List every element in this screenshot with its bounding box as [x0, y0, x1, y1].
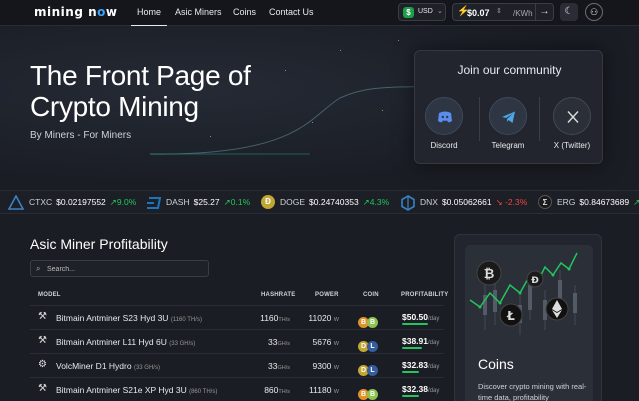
x-twitter-button[interactable]: [553, 97, 591, 135]
power-value: 11020 W: [308, 313, 339, 323]
power-value: 9300 W: [312, 361, 340, 371]
nav-coins[interactable]: Coins: [233, 7, 256, 17]
profit-value: $32.38/day: [402, 384, 440, 394]
ticker-item-dnx[interactable]: DNX $0.05062661 ↘ -2.3%: [420, 197, 527, 208]
power-value: 11180 W: [309, 385, 339, 395]
dnx-icon: [401, 195, 415, 211]
coin-icons: DL: [358, 335, 378, 353]
price-ticker: CTXC $0.02197552 ↗9.0% DASH $25.27 ↗0.1% Ð D…: [0, 190, 639, 214]
coins-card[interactable]: ₿ Ð Ł: [454, 234, 602, 401]
miner-model[interactable]: Bitmain Antminer L11 Hyd 6U (33 GH/s): [56, 337, 195, 347]
table-row[interactable]: ⚒ Bitmain Antminer S23 Hyd 3U (1160 TH/s…: [30, 305, 444, 329]
hashrate-value: 33GH/s: [268, 361, 290, 371]
hero-title: The Front Page of Crypto Mining: [30, 60, 251, 122]
telegram-icon: [502, 111, 515, 123]
ticker-item-ctxc[interactable]: CTXC $0.02197552 ↗9.0%: [29, 197, 136, 208]
discord-label: Discord: [430, 141, 458, 150]
power-value: 5676 W: [312, 337, 340, 347]
table-row[interactable]: ⚙ VolcMiner D1 Hydro (33 GH/s) 33GH/s 93…: [30, 353, 444, 377]
currency-select[interactable]: $ USD ⌄: [398, 3, 446, 21]
electricity-unit: /KWh: [513, 9, 533, 18]
hashrate-value: 860TH/s: [264, 385, 290, 395]
theme-toggle-button[interactable]: ☾: [560, 3, 578, 21]
profitability-title: Asic Miner Profitability: [30, 236, 168, 252]
doge-icon: Ð: [261, 195, 275, 209]
currency-label: USD: [418, 8, 433, 15]
nav-home[interactable]: Home: [130, 7, 168, 27]
miner-model[interactable]: Bitmain Antminer S21e XP Hyd 3U (860 TH/…: [56, 385, 217, 395]
apply-price-button[interactable]: →: [535, 4, 553, 20]
x-icon: [567, 111, 579, 123]
top-navbar: mining now Home Asic Miners Coins Contac…: [0, 0, 639, 27]
hero-subtitle: By Miners - For Miners: [30, 130, 132, 141]
logo[interactable]: mining now: [34, 5, 117, 19]
profit-value: $32.83/day: [402, 360, 440, 370]
nav-contact-us[interactable]: Contact Us: [269, 7, 314, 17]
profit-value: $38.91/day: [402, 336, 440, 346]
logo-gear: o: [97, 5, 106, 19]
coins-card-description: Discover crypto mining with real-time da…: [478, 382, 587, 401]
miner-icon: ⚒: [38, 335, 47, 346]
hashrate-value: 33GH/s: [268, 337, 290, 347]
header-coin[interactable]: COIN: [363, 292, 379, 298]
header-profitability[interactable]: PROFITABILITY: [401, 292, 449, 298]
coins-chart-illustration: ₿ Ð Ł: [469, 252, 578, 335]
profit-bar: [402, 371, 419, 373]
ticker-item-erg[interactable]: ERG$0.84673689↗: [557, 197, 639, 208]
miner-icon: ⚒: [38, 311, 47, 322]
dollar-icon: $: [403, 7, 414, 18]
profit-value: $50.50/day: [402, 312, 440, 322]
discord-button[interactable]: [425, 97, 463, 135]
coin-icons: DL: [358, 359, 378, 377]
bitcoin-cash-icon: B: [367, 317, 378, 328]
bitcoin-cash-icon: B: [367, 389, 378, 400]
header-model[interactable]: MODEL: [38, 292, 61, 298]
litecoin-icon: L: [367, 365, 378, 376]
coin-icons: BB: [358, 311, 378, 329]
electricity-price-input[interactable]: $0.07: [467, 8, 490, 18]
telegram-button[interactable]: [489, 97, 527, 135]
svg-text:₿: ₿: [484, 267, 495, 282]
profit-bar: [402, 395, 419, 397]
hashrate-value: 1160TH/s: [260, 313, 290, 323]
table-row[interactable]: ⚒ Bitmain Antminer L11 Hyd 6U (33 GH/s) …: [30, 329, 444, 353]
svg-text:Ð: Ð: [531, 276, 539, 286]
miner-icon: ⚙: [38, 359, 47, 370]
telegram-label: Telegram: [491, 141, 525, 150]
nav-asic-miners[interactable]: Asic Miners: [175, 7, 222, 17]
profit-bar: [402, 323, 428, 325]
moon-icon: ☾: [564, 6, 574, 17]
header-power[interactable]: POWER: [315, 292, 339, 298]
svg-text:Ł: Ł: [506, 309, 515, 323]
spinner-icon[interactable]: ⇕: [496, 7, 502, 15]
miner-model[interactable]: VolcMiner D1 Hydro (33 GH/s): [56, 361, 160, 371]
coins-card-title: Coins: [478, 356, 514, 372]
x-twitter-label: X (Twitter): [553, 141, 591, 150]
community-title: Join our community: [457, 63, 562, 77]
chevron-down-icon: ⌄: [437, 8, 443, 15]
search-icon: ⌕: [36, 264, 41, 273]
divider: [539, 97, 540, 141]
profit-bar: [402, 347, 422, 349]
electricity-price-box: ⚡ $0.07 ⇕ /KWh →: [452, 3, 554, 21]
header-hashrate[interactable]: HASHRATE: [261, 292, 296, 298]
coins-illustration: ₿ Ð Ł: [465, 245, 593, 401]
ticker-item-dash[interactable]: DASH $25.27 ↗0.1%: [166, 197, 250, 208]
divider: [479, 97, 480, 141]
dash-icon: [147, 197, 162, 209]
community-card: Join our community Discord Telegram X (T…: [414, 50, 603, 164]
ticker-item-doge[interactable]: DOGE $0.24740353 ↗4.3%: [280, 197, 389, 208]
search-input[interactable]: [47, 263, 197, 275]
user-account-button[interactable]: ⚇: [585, 3, 603, 21]
search-box: ⌕: [30, 260, 209, 277]
erg-icon: Σ: [538, 195, 552, 209]
miner-model[interactable]: Bitmain Antminer S23 Hyd 3U (1160 TH/s): [56, 313, 202, 323]
miner-icon: ⚒: [38, 383, 47, 394]
ctxc-icon: [8, 195, 24, 210]
coin-icons: BB: [358, 383, 378, 401]
litecoin-icon: L: [367, 341, 378, 352]
table-row[interactable]: ⚒ Bitmain Antminer S21e XP Hyd 3U (860 T…: [30, 377, 444, 401]
user-icon: ⚇: [589, 7, 599, 17]
discord-icon: [438, 111, 452, 123]
